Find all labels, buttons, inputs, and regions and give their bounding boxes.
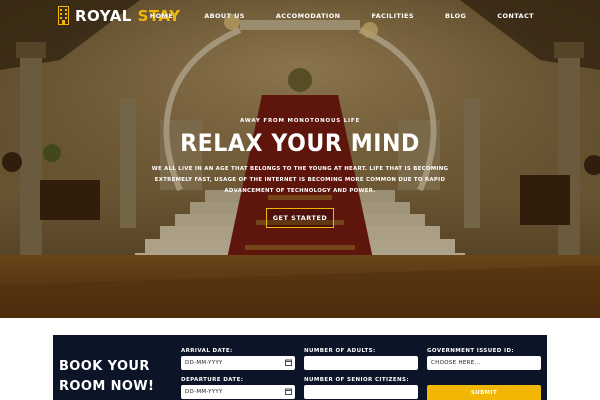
hero-headline: RELAX YOUR MIND <box>180 129 420 157</box>
nav-blog[interactable]: BLOG <box>445 12 466 20</box>
nav-about-us[interactable]: ABOUT US <box>204 12 245 20</box>
nav-accomodation[interactable]: ACCOMODATION <box>276 12 341 20</box>
calendar-icon[interactable] <box>285 388 292 395</box>
booking-title: BOOK YOUR ROOM NOW! <box>59 359 155 394</box>
government-id-value: CHOOSE HERE... <box>431 360 481 366</box>
booking-panel: BOOK YOUR ROOM NOW! ARRIVAL DATE: DD-MM-… <box>53 335 547 400</box>
senior-citizens-label: NUMBER OF SENIOR CITIZENS: <box>304 377 409 383</box>
departure-date-label: DEPARTURE DATE: <box>181 377 244 383</box>
senior-citizens-input[interactable] <box>304 385 418 399</box>
hero-copy: AWAY FROM MONOTONOUS LIFE RELAX YOUR MIN… <box>0 118 600 228</box>
hero-section: ROYAL STAY HOME ABOUT US ACCOMODATION FA… <box>0 0 600 318</box>
main-nav: HOME ABOUT US ACCOMODATION FACILITIES BL… <box>150 12 534 20</box>
government-id-select[interactable]: CHOOSE HERE... <box>427 356 541 370</box>
nav-contact[interactable]: CONTACT <box>497 12 534 20</box>
brand-name-part1: ROYAL <box>75 6 132 25</box>
arrival-date-input[interactable]: DD-MM-YYYY <box>181 356 295 370</box>
adults-input[interactable] <box>304 356 418 370</box>
hero-eyebrow: AWAY FROM MONOTONOUS LIFE <box>239 118 361 124</box>
get-started-button[interactable]: GET STARTED <box>265 208 335 228</box>
submit-button[interactable]: SUBMIT <box>427 385 541 400</box>
calendar-icon[interactable] <box>285 359 292 366</box>
nav-facilities[interactable]: FACILITIES <box>372 12 414 20</box>
nav-home[interactable]: HOME <box>150 12 173 20</box>
hotel-building-icon <box>58 6 69 25</box>
arrival-date-label: ARRIVAL DATE: <box>181 348 233 354</box>
adults-label: NUMBER OF ADULTS: <box>304 348 376 354</box>
government-id-label: GOVERNMENT ISSUED ID: <box>427 348 515 354</box>
departure-date-input[interactable]: DD-MM-YYYY <box>181 385 295 399</box>
hero-subcopy: WE ALL LIVE IN AN AGE THAT BELONGS TO TH… <box>151 166 449 194</box>
departure-date-value: DD-MM-YYYY <box>185 389 223 395</box>
arrival-date-value: DD-MM-YYYY <box>185 360 223 366</box>
